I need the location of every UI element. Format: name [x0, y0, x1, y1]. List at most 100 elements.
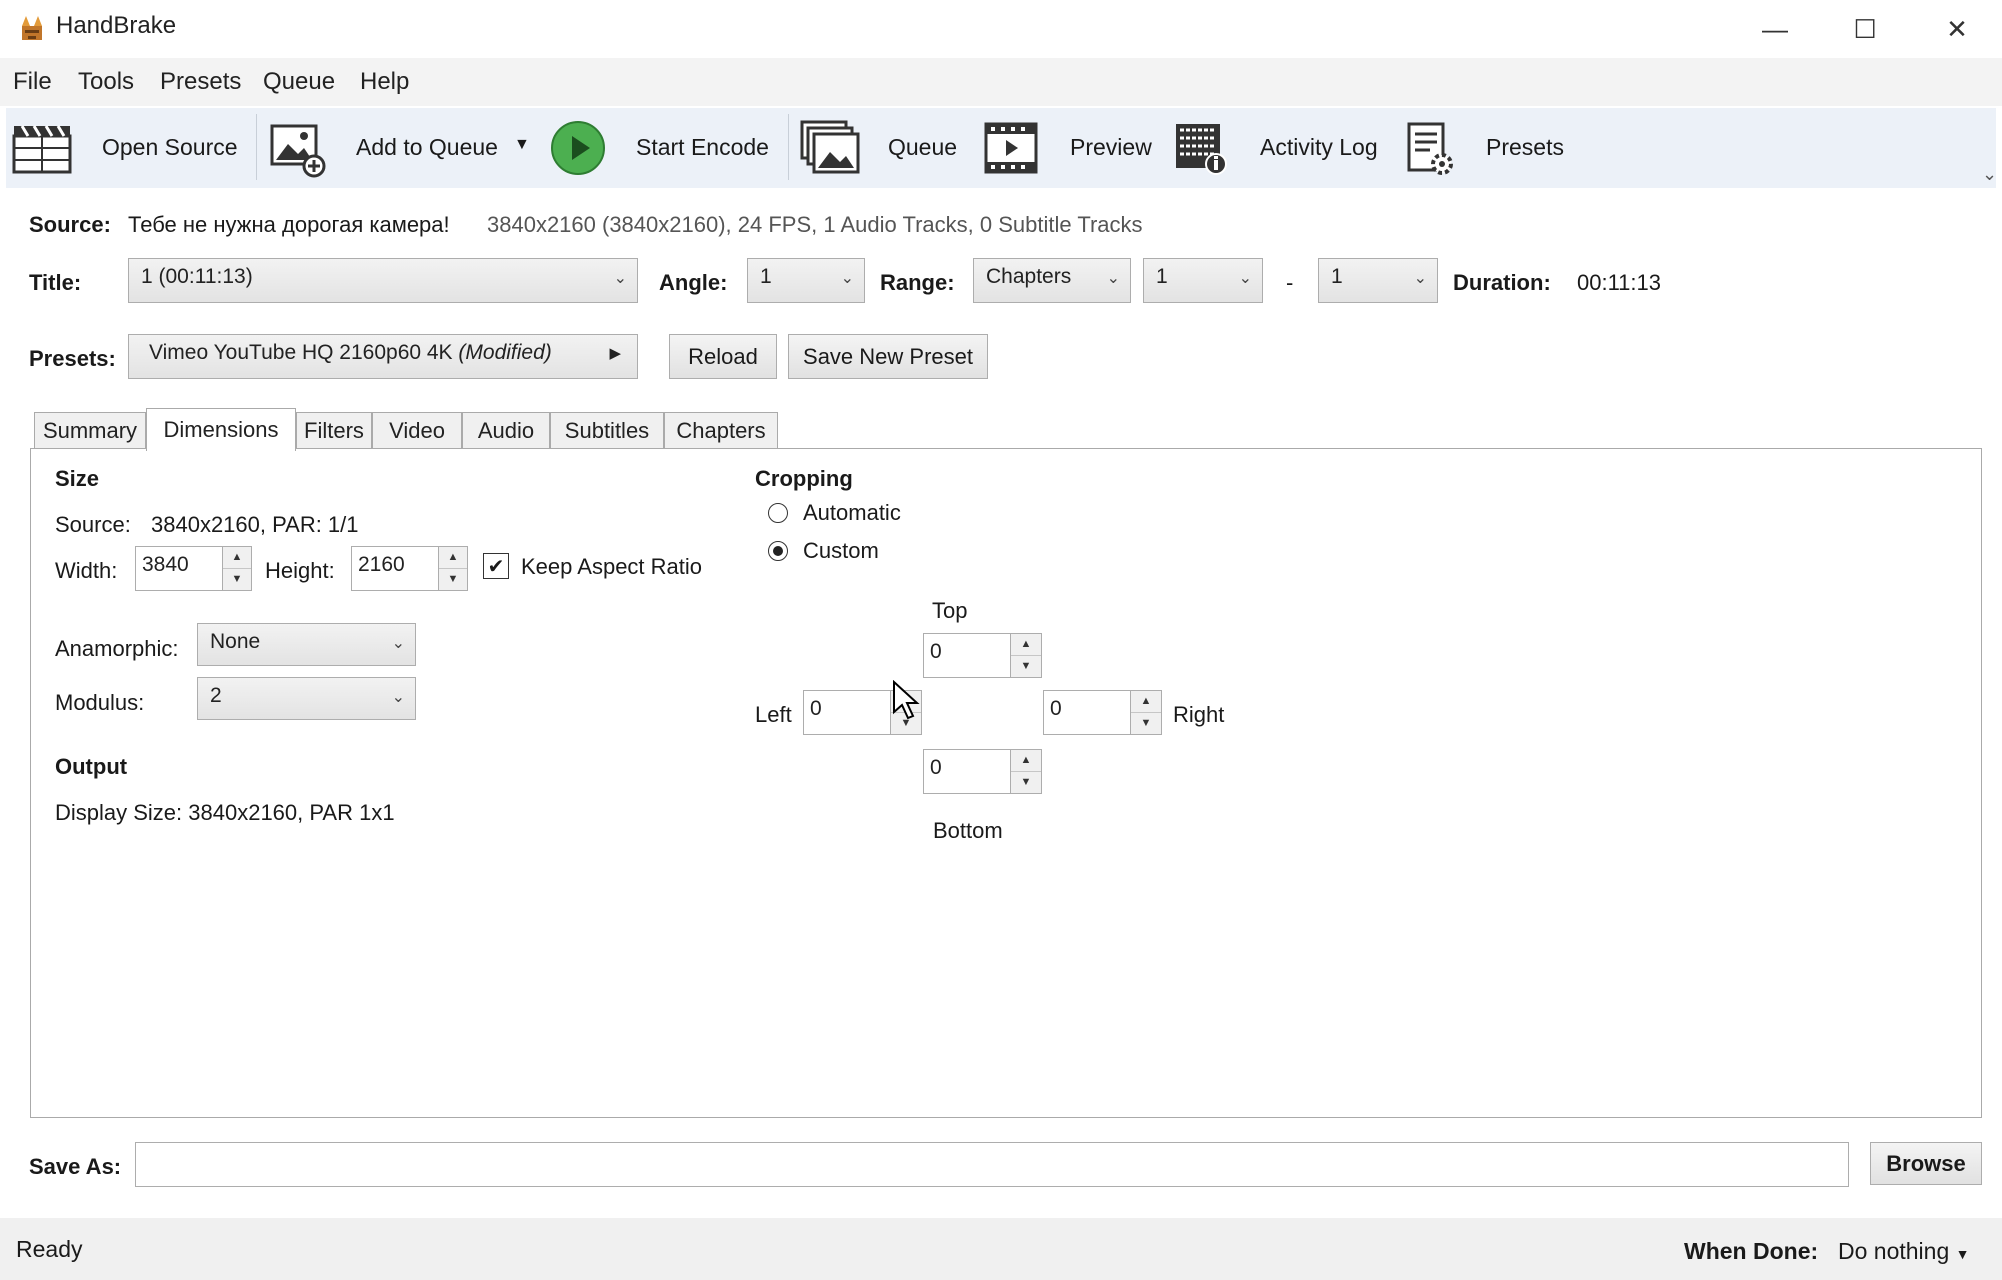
tab-dimensions[interactable]: Dimensions: [146, 408, 296, 451]
mouse-cursor-icon: [893, 680, 920, 720]
browse-button[interactable]: Browse: [1870, 1142, 1982, 1185]
clapperboard-icon: [12, 125, 72, 174]
open-source-button[interactable]: Open Source: [12, 116, 248, 182]
keep-aspect-label: Keep Aspect Ratio: [521, 554, 703, 579]
crop-left-input[interactable]: 0: [803, 690, 891, 735]
menu-presets[interactable]: Presets: [160, 68, 241, 96]
height-input[interactable]: 2160: [351, 546, 439, 591]
preview-button[interactable]: Preview: [984, 116, 1164, 182]
save-new-preset-button[interactable]: Save New Preset: [788, 334, 988, 379]
menu-queue[interactable]: Queue: [263, 68, 335, 96]
activity-log-icon: [1176, 124, 1227, 175]
menu-help[interactable]: Help: [360, 68, 409, 96]
chevron-right-icon: ▶: [609, 345, 621, 362]
cropping-heading: Cropping: [755, 466, 853, 491]
queue-images-icon: [800, 120, 860, 174]
chevron-up-icon[interactable]: ▲: [223, 547, 251, 569]
start-encode-label: Start Encode: [636, 134, 769, 160]
size-source-label: Source:: [55, 512, 131, 537]
status-text: Ready: [16, 1236, 83, 1262]
chevron-down-icon: ⌄: [1106, 270, 1120, 287]
duration-label: Duration:: [1453, 270, 1551, 295]
crop-bottom-input[interactable]: 0: [923, 749, 1011, 794]
chevron-down-icon[interactable]: ▼: [1011, 772, 1041, 794]
keep-aspect-checkbox[interactable]: ✔: [483, 553, 509, 579]
chevron-down-icon: ⌄: [1238, 270, 1252, 287]
menu-tools[interactable]: Tools: [78, 68, 134, 96]
crop-right-input[interactable]: 0: [1043, 690, 1131, 735]
size-source-value: 3840x2160, PAR: 1/1: [151, 512, 359, 537]
preset-selector[interactable]: Vimeo YouTube HQ 2160p60 4K (Modified) ▶: [128, 334, 638, 379]
presets-label: Presets: [1486, 134, 1564, 160]
width-stepper[interactable]: ▲ ▼: [222, 546, 252, 591]
preset-modified: (Modified): [458, 341, 552, 364]
range-end-value: 1: [1331, 265, 1343, 288]
tab-subtitles[interactable]: Subtitles: [550, 412, 664, 449]
crop-left-label: Left: [755, 702, 792, 727]
save-as-label: Save As:: [29, 1154, 122, 1179]
range-type-dropdown[interactable]: Chapters ⌄: [973, 258, 1131, 303]
crop-custom-radio[interactable]: [768, 541, 788, 561]
chevron-up-icon[interactable]: ▲: [1131, 691, 1161, 713]
chevron-down-icon: ⌄: [391, 635, 405, 652]
maximize-button[interactable]: ☐: [1820, 0, 1910, 58]
minimize-button[interactable]: —: [1730, 0, 1820, 58]
when-done-dropdown[interactable]: Do nothing ▼: [1838, 1238, 1970, 1265]
range-type-value: Chapters: [986, 265, 1072, 288]
activity-log-label: Activity Log: [1260, 134, 1378, 160]
activity-log-button[interactable]: Activity Log: [1174, 116, 1388, 182]
chevron-down-icon[interactable]: ▼: [514, 136, 530, 154]
angle-dropdown[interactable]: 1 ⌄: [747, 258, 865, 303]
title-value: 1 (00:11:13): [141, 265, 253, 288]
queue-button[interactable]: Queue: [800, 116, 960, 182]
tab-audio[interactable]: Audio: [462, 412, 550, 449]
reload-button[interactable]: Reload: [669, 334, 777, 379]
crop-automatic-radio[interactable]: [768, 503, 788, 523]
start-encode-button[interactable]: Start Encode: [550, 116, 770, 182]
crop-top-label: Top: [932, 598, 968, 623]
window-title: HandBrake: [56, 12, 177, 39]
chevron-down-icon[interactable]: ▼: [439, 569, 467, 591]
width-input[interactable]: 3840: [135, 546, 223, 591]
chevron-down-icon[interactable]: ▼: [223, 569, 251, 591]
chevron-down-icon[interactable]: ▼: [1011, 656, 1041, 678]
title-dropdown[interactable]: 1 (00:11:13) ⌄: [128, 258, 638, 303]
angle-label: Angle:: [659, 270, 728, 295]
crop-bottom-stepper[interactable]: ▲ ▼: [1010, 749, 1042, 794]
open-source-label: Open Source: [102, 134, 238, 160]
range-start-dropdown[interactable]: 1 ⌄: [1143, 258, 1263, 303]
chevron-up-icon[interactable]: ▲: [1011, 634, 1041, 656]
tab-filters[interactable]: Filters: [296, 412, 372, 449]
save-as-input[interactable]: [135, 1142, 1849, 1187]
handbrake-logo-icon: [22, 16, 42, 40]
title-bar: [0, 0, 2002, 58]
chevron-down-icon: ▼: [1955, 1246, 1970, 1262]
presets-button[interactable]: Presets: [1406, 116, 1566, 182]
add-to-queue-button[interactable]: Add to Queue ▼: [268, 116, 532, 182]
close-button[interactable]: ✕: [1912, 0, 2002, 58]
anamorphic-dropdown[interactable]: None ⌄: [197, 623, 416, 666]
chevron-down-icon[interactable]: ▼: [1131, 713, 1161, 735]
menu-file[interactable]: File: [13, 68, 52, 96]
tab-summary[interactable]: Summary: [34, 412, 146, 449]
crop-right-stepper[interactable]: ▲ ▼: [1130, 690, 1162, 735]
anamorphic-value: None: [210, 630, 261, 653]
height-stepper[interactable]: ▲ ▼: [438, 546, 468, 591]
modulus-value: 2: [210, 684, 222, 707]
chevron-up-icon[interactable]: ▲: [439, 547, 467, 569]
chevron-down-icon: ⌄: [1413, 270, 1427, 287]
range-end-dropdown[interactable]: 1 ⌄: [1318, 258, 1438, 303]
crop-bottom-label: Bottom: [933, 818, 1003, 843]
source-name: Тебе не нужна дорогая камера!: [128, 212, 450, 237]
toolbar-overflow-icon[interactable]: ⌄: [1982, 164, 1997, 185]
crop-top-stepper[interactable]: ▲ ▼: [1010, 633, 1042, 678]
chevron-up-icon[interactable]: ▲: [1011, 750, 1041, 772]
add-image-icon: [270, 124, 326, 178]
crop-top-input[interactable]: 0: [923, 633, 1011, 678]
modulus-dropdown[interactable]: 2 ⌄: [197, 677, 416, 720]
preview-label: Preview: [1070, 134, 1152, 160]
checkmark-icon: ✔: [487, 555, 505, 578]
tab-video[interactable]: Video: [372, 412, 462, 449]
output-heading: Output: [55, 754, 128, 779]
tab-chapters[interactable]: Chapters: [664, 412, 778, 449]
